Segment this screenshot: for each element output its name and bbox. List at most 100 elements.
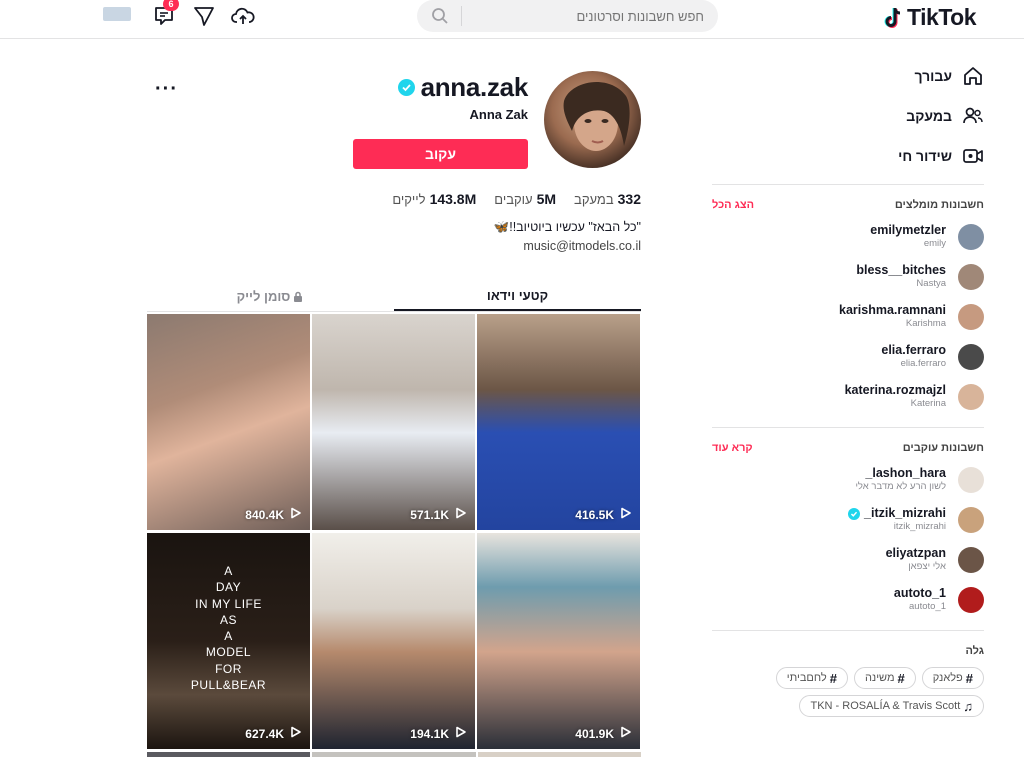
account-username[interactable]: lashon_hara_ — [855, 467, 946, 480]
video-thumbnail[interactable]: 840.4K — [147, 314, 310, 530]
account-username-text: katerina.rozmajzl — [844, 383, 946, 397]
video-thumbnail[interactable] — [147, 752, 311, 757]
account-avatar[interactable] — [958, 467, 984, 493]
search-icon[interactable] — [431, 7, 449, 25]
upload-cloud-icon[interactable] — [231, 5, 255, 27]
account-row[interactable]: emilymetzler emily — [712, 217, 984, 257]
video-thumbnail[interactable]: A DAY IN MY LIFE AS A MODEL FOR PULL&BEAR 627.4K — [147, 533, 310, 749]
stat-followers[interactable]: 5Mעוקבים — [494, 191, 556, 207]
account-username[interactable]: eliyatzpan — [886, 547, 946, 560]
discover-tag-label: TKN - ROSALÍA & Travis Scott — [810, 700, 961, 712]
video-thumbnail[interactable]: 194.1K — [312, 533, 475, 749]
account-names: elia.ferraro elia.ferraro — [881, 344, 946, 370]
account-username[interactable]: karishma.ramnani — [839, 304, 946, 317]
video-views: 627.4K — [245, 726, 302, 741]
stat-followers-label: עוקבים — [494, 192, 533, 207]
sidebar-nav: עבורך במעקב שידור חי — [712, 40, 984, 185]
profile-bio: "כל הבאז" עכשיו ביוטיוב!!🦋 music@itmodel… — [380, 218, 641, 256]
account-display-name: elia.ferraro — [900, 358, 946, 369]
account-username[interactable]: bless__bitches — [856, 264, 946, 277]
account-username-text: elia.ferraro — [881, 343, 946, 357]
account-username-text: emilymetzler — [870, 223, 946, 237]
account-row[interactable]: lashon_hara_ לשון הרע לא מדבר אלי — [712, 460, 984, 500]
follow-button[interactable]: עקוב — [353, 139, 528, 169]
user-avatar[interactable] — [103, 7, 131, 21]
play-icon — [290, 726, 302, 741]
video-thumbnail[interactable] — [477, 752, 641, 757]
account-avatar[interactable] — [958, 224, 984, 250]
discover-tag-label: לחםביתי — [786, 672, 827, 684]
play-icon — [455, 507, 467, 522]
discover-tag-label: משינה — [864, 672, 895, 684]
profile-stats: 332במעקב 5Mעוקבים 143.8Mלייקים — [390, 191, 641, 207]
see-all-link[interactable]: הצג הכל — [712, 199, 754, 211]
bio-email: music@itmodels.co.il — [523, 239, 641, 253]
discover-section: גלה # פלאנק # משינה # לחםביתי ♫ TKN - ROSALÍA &… — [712, 645, 984, 717]
account-display-name: לשון הרע לא מדבר אלי — [855, 481, 946, 492]
discover-tag[interactable]: # משינה — [853, 667, 916, 689]
account-username[interactable]: autoto_1 — [894, 587, 946, 600]
video-views: 571.1K — [410, 507, 467, 522]
account-avatar[interactable] — [958, 264, 984, 290]
account-avatar[interactable] — [958, 587, 984, 613]
avatar-face-illustration — [563, 82, 630, 151]
account-username-text: eliyatzpan — [885, 546, 946, 560]
sidebar: עבורך במעקב שידור חי חשבונות מומלצים הצג… — [712, 40, 984, 717]
see-more-link[interactable]: קרא עוד — [712, 442, 753, 454]
hashtag-icon: # — [829, 670, 837, 686]
account-avatar[interactable] — [958, 507, 984, 533]
account-row[interactable]: elia.ferraro elia.ferraro — [712, 337, 984, 377]
profile-avatar[interactable] — [544, 71, 641, 168]
stat-following-label: במעקב — [574, 192, 614, 207]
account-row[interactable]: katerina.rozmajzl Katerina — [712, 377, 984, 417]
stat-likes: 143.8Mלייקים — [392, 191, 476, 207]
send-icon[interactable] — [193, 5, 215, 27]
tiktok-logo[interactable]: TikTok — [883, 4, 977, 31]
home-icon — [964, 67, 982, 85]
video-view-count: 401.9K — [575, 726, 614, 741]
account-username[interactable]: katerina.rozmajzl — [845, 384, 946, 397]
account-row[interactable]: karishma.ramnani Karishma — [712, 297, 984, 337]
tab-liked-label: סומן לייק — [236, 288, 291, 304]
nav-following[interactable]: במעקב — [712, 96, 984, 136]
discover-tag[interactable]: ♫ TKN - ROSALÍA & Travis Scott — [799, 695, 984, 717]
suggested-accounts: חשבונות מומלצים הצג הכל emilymetzler emil… — [712, 199, 984, 428]
following-header: חשבונות עוקבים קרא עוד — [712, 442, 984, 454]
account-display-name: Karishma — [905, 318, 946, 329]
video-thumbnail[interactable]: 401.9K — [477, 533, 640, 749]
video-thumbnail[interactable] — [312, 752, 476, 757]
search-bar[interactable] — [417, 0, 718, 32]
video-thumbnail[interactable]: 571.1K — [312, 314, 475, 530]
account-names: emilymetzler emily — [870, 224, 946, 250]
live-video-icon — [963, 149, 983, 163]
account-avatar[interactable] — [958, 344, 984, 370]
video-view-count: 627.4K — [245, 726, 284, 741]
account-avatar[interactable] — [958, 304, 984, 330]
tab-videos[interactable]: קטעי וידאו — [394, 282, 641, 311]
account-username[interactable]: emilymetzler — [870, 224, 946, 237]
nav-live[interactable]: שידור חי — [712, 136, 984, 176]
video-thumbnail[interactable]: 416.5K — [477, 314, 640, 530]
account-display-name: Nastya — [916, 278, 946, 289]
account-row[interactable]: eliyatzpan אלי יצפאן — [712, 540, 984, 580]
account-avatar[interactable] — [958, 384, 984, 410]
video-grid-next-row — [147, 752, 641, 757]
nav-for-you[interactable]: עבורך — [712, 56, 984, 96]
discover-tag[interactable]: # פלאנק — [921, 667, 984, 689]
account-row[interactable]: bless__bitches Nastya — [712, 257, 984, 297]
account-names: itzik_mizrahi_ itzik_mizrahi — [848, 507, 946, 533]
search-input[interactable] — [464, 0, 704, 32]
top-bar: TikTok 6 — [0, 0, 1024, 39]
profile-username-row: anna.zak — [388, 72, 528, 103]
more-options-icon[interactable]: ··· — [155, 78, 178, 101]
account-username[interactable]: itzik_mizrahi_ — [848, 507, 946, 520]
account-row[interactable]: autoto_1 autoto_1 — [712, 580, 984, 620]
tab-liked[interactable]: סומן לייק — [147, 282, 394, 311]
discover-tag[interactable]: # לחםביתי — [775, 667, 848, 689]
stat-likes-label: לייקים — [392, 192, 426, 207]
account-avatar[interactable] — [958, 547, 984, 573]
account-row[interactable]: itzik_mizrahi_ itzik_mizrahi — [712, 500, 984, 540]
following-accounts: חשבונות עוקבים קרא עוד lashon_hara_ לשון … — [712, 442, 984, 631]
account-username[interactable]: elia.ferraro — [881, 344, 946, 357]
stat-following[interactable]: 332במעקב — [574, 191, 641, 207]
